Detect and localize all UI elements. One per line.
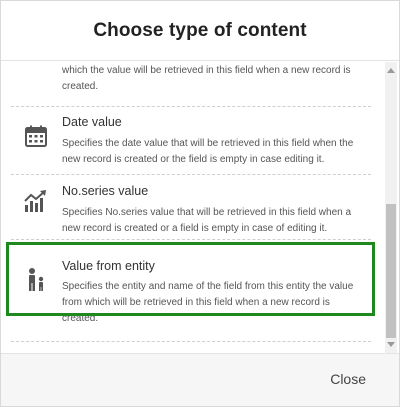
close-button[interactable]: Close [330, 371, 366, 387]
list-item[interactable]: which the value will be retrieved in thi… [11, 62, 371, 107]
item-description: Specifies the date value that will be re… [62, 138, 354, 165]
item-name: Value from entity [62, 259, 155, 273]
item-description: which the value will be retrieved in thi… [62, 65, 351, 92]
calendar-icon [23, 123, 49, 149]
chart-growth-icon [23, 188, 49, 214]
item-name: Date value [62, 115, 122, 129]
item-description: Specifies No.series value that will be r… [62, 207, 352, 234]
content-type-list[interactable]: which the value will be retrieved in thi… [1, 62, 399, 353]
dialog-title: Choose type of content [93, 19, 307, 41]
item-name: No.series value [62, 184, 149, 198]
scroll-down-arrow-icon[interactable] [387, 342, 395, 347]
family-icon [23, 267, 49, 293]
item-description: Specifies the entity and name of the fie… [62, 281, 354, 324]
dialog-footer: Close [1, 353, 399, 406]
dialog-header: Choose type of content [1, 1, 399, 61]
list-item-date-value[interactable]: Date value Specifies the date value that… [11, 115, 371, 175]
scroll-up-arrow-icon[interactable] [387, 68, 395, 73]
list-item-no-series-value[interactable]: No.series value Specifies No.series valu… [11, 180, 371, 240]
choose-content-dialog: Choose type of content which the value w… [0, 0, 400, 407]
vertical-scrollbar[interactable] [385, 62, 397, 353]
scrollbar-thumb[interactable] [386, 204, 396, 338]
list-item-value-from-entity[interactable]: Value from entity Specifies the entity a… [11, 259, 371, 342]
